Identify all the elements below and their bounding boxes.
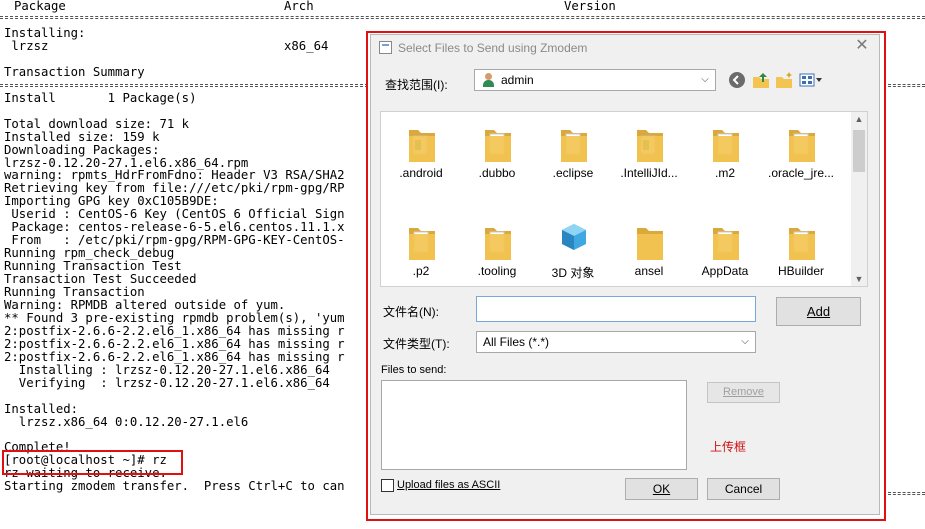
terminal-line: ** Found 3 pre-existing rpmdb problem(s)… (4, 310, 345, 325)
terminal-line: Total download size: 71 k (4, 116, 190, 131)
header-version: Version (564, 0, 616, 13)
terminal-line: Starting zmodem transfer. Press Ctrl+C t… (4, 479, 345, 494)
dialog-highlight-box (366, 31, 886, 521)
terminal-line: Install 1 Package(s) (4, 90, 197, 105)
separator-rule (0, 84, 368, 87)
separator-rule (0, 16, 925, 19)
prompt-highlight-box (2, 450, 183, 475)
arch-value: x86_64 (284, 39, 329, 53)
terminal-line: 2:postfix-2.6.6-2.2.el6_1.x86_64 has mis… (4, 336, 345, 351)
terminal-line: 2:postfix-2.6.6-2.2.el6_1.x86_64 has mis… (4, 349, 345, 364)
terminal-line: Installed size: 159 k (4, 129, 160, 144)
terminal-line: Transaction Summary (4, 64, 145, 79)
terminal-line: lrzsz (4, 38, 49, 53)
terminal-line: Verifying : lrzsz-0.12.20-27.1.el6.x86_6… (4, 375, 330, 390)
terminal-line: Installing : lrzsz-0.12.20-27.1.el6.x86_… (4, 362, 330, 377)
header-arch: Arch (284, 0, 314, 13)
header-package: Package (14, 0, 66, 13)
terminal-line: Installed: (4, 401, 79, 416)
separator-rule-bottom (888, 492, 925, 495)
terminal-line: Warning: RPMDB altered outside of yum. (4, 297, 286, 312)
separator-rule-right (888, 84, 925, 87)
terminal-line: lrzsz.x86_64 0:0.12.20-27.1.el6 (4, 414, 249, 429)
terminal-line: 2:postfix-2.6.6-2.2.el6_1.x86_64 has mis… (4, 323, 345, 338)
terminal-line: Downloading Packages: (4, 142, 160, 157)
